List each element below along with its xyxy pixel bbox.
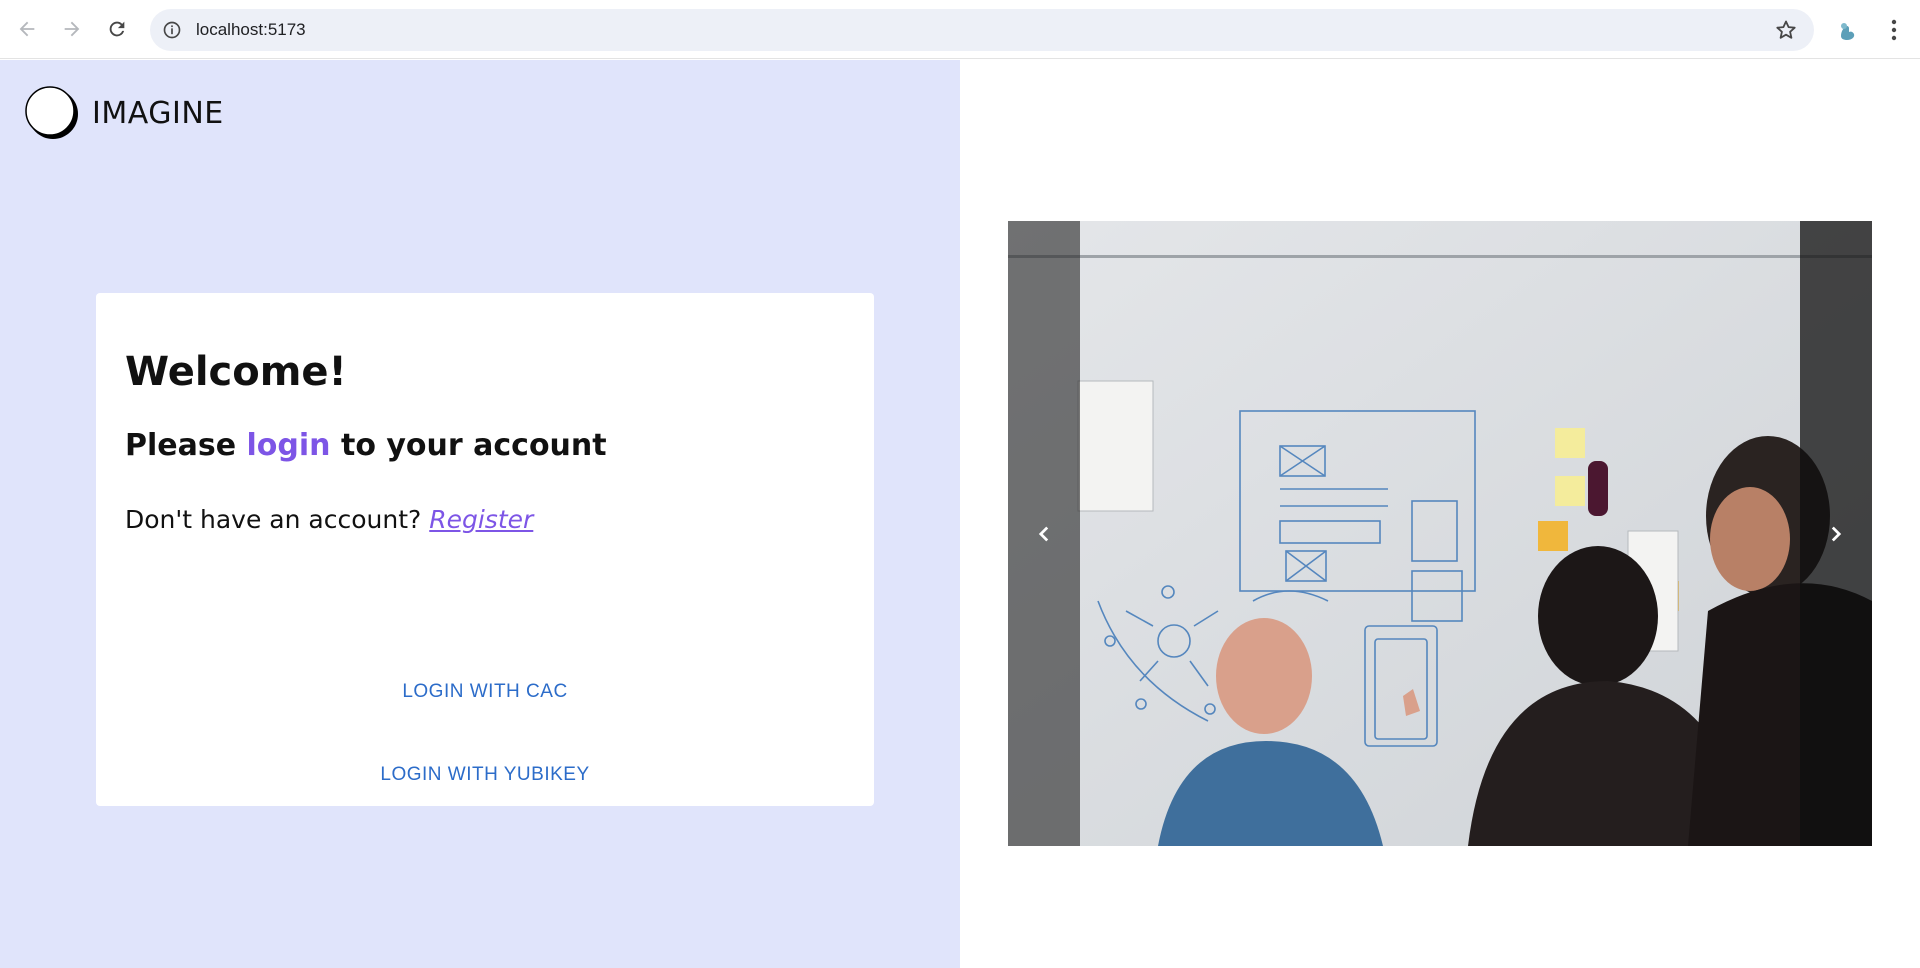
- subtitle-suffix: to your account: [330, 428, 607, 463]
- site-info-icon[interactable]: [162, 20, 182, 40]
- carousel-prev-button[interactable]: [1008, 221, 1080, 846]
- chevron-right-icon: [1831, 526, 1842, 541]
- register-prompt: Don't have an account? Register: [125, 505, 533, 534]
- more-menu-icon[interactable]: [1882, 17, 1906, 43]
- login-yubikey-button[interactable]: LOGIN WITH YUBIKEY: [96, 755, 874, 795]
- bookmark-star-icon[interactable]: [1774, 18, 1798, 42]
- logo-icon: [25, 86, 78, 139]
- back-button[interactable]: [12, 14, 42, 44]
- login-subtitle: Please login to your account: [125, 428, 607, 463]
- carousel-next-button[interactable]: [1800, 221, 1872, 846]
- reload-button[interactable]: [102, 14, 132, 44]
- chevron-left-icon: [1038, 526, 1049, 541]
- browser-toolbar: localhost:5173: [0, 0, 1920, 59]
- login-panel: IMAGINE Welcome! Please login to your ac…: [0, 60, 960, 968]
- image-carousel: [1008, 221, 1872, 846]
- brand-name: IMAGINE: [92, 96, 224, 131]
- register-link[interactable]: Register: [429, 505, 533, 534]
- subtitle-accent: login: [246, 428, 331, 463]
- profile-avatar-icon[interactable]: [1832, 16, 1862, 46]
- url-text[interactable]: localhost:5173: [196, 20, 306, 40]
- subtitle-prefix: Please: [125, 428, 247, 463]
- hero-panel: [960, 60, 1920, 968]
- forward-button[interactable]: [57, 14, 87, 44]
- back-icon: [19, 21, 35, 37]
- address-bar[interactable]: localhost:5173: [150, 9, 1814, 51]
- forward-icon: [64, 21, 80, 37]
- login-cac-button[interactable]: LOGIN WITH CAC: [96, 672, 874, 712]
- register-prompt-text: Don't have an account?: [125, 505, 430, 534]
- login-card: Welcome! Please login to your account Do…: [96, 293, 874, 806]
- reload-icon: [109, 21, 125, 37]
- carousel-image: [1008, 221, 1872, 846]
- welcome-heading: Welcome!: [125, 349, 347, 395]
